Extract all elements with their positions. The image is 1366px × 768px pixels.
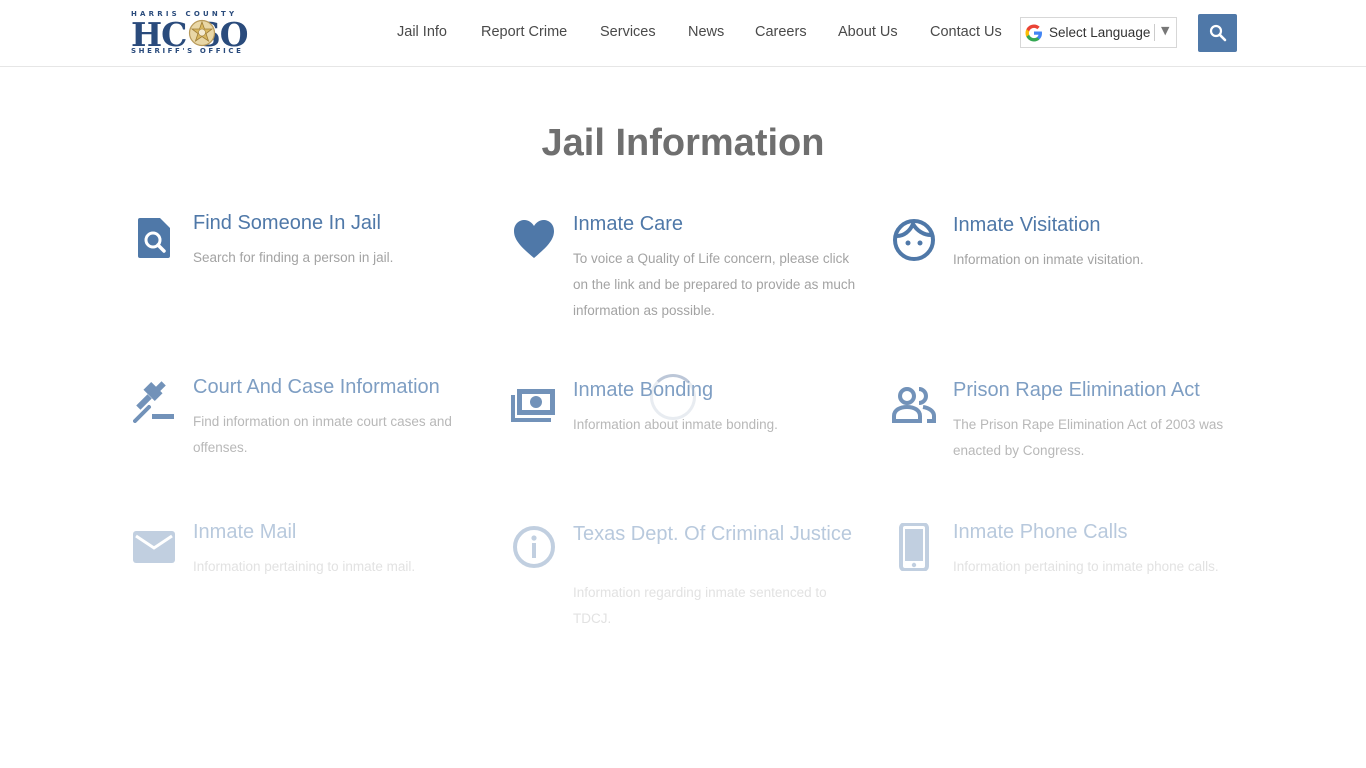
page-title: Jail Information	[541, 122, 825, 164]
card-title[interactable]: Inmate Care	[573, 213, 683, 236]
card-description: Information about inmate bonding.	[573, 417, 778, 432]
people-icon	[892, 387, 936, 423]
card-title[interactable]: Court And Case Information	[193, 376, 440, 399]
language-label: Select Language	[1049, 25, 1151, 40]
card-title[interactable]: Inmate Mail	[193, 521, 296, 544]
logo-bottom-text: SHERIFF'S OFFICE	[131, 47, 244, 55]
card-description: Information regarding inmate sentenced t…	[573, 585, 827, 626]
card-icon-wrap	[891, 523, 937, 571]
card-icon-wrap	[891, 217, 937, 263]
phone-icon	[899, 523, 929, 571]
card-description: Information pertaining to inmate mail.	[193, 559, 416, 574]
card-title[interactable]: Prison Rape Elimination Act	[953, 379, 1200, 402]
heart-icon	[514, 220, 554, 258]
card-title[interactable]: Find Someone In Jail	[193, 212, 381, 235]
sheriff-star-icon	[188, 19, 216, 47]
search-button[interactable]	[1198, 14, 1237, 52]
card-title[interactable]: Inmate Phone Calls	[953, 521, 1128, 544]
card-icon-wrap	[131, 524, 177, 570]
nav-careers[interactable]: Careers	[755, 24, 807, 40]
language-select[interactable]: Select Language ▼	[1020, 17, 1177, 48]
card-title[interactable]: Texas Dept. Of Criminal Justice	[573, 521, 863, 547]
google-g-icon	[1025, 24, 1042, 41]
hcso-logo[interactable]: HARRIS COUNTY HC SO SHERIFF'S OFFICE	[131, 10, 271, 56]
site-header: HARRIS COUNTY HC SO SHERIFF'S OFFICE Jai…	[0, 0, 1366, 67]
card-description: To voice a Quality of Life concern, plea…	[573, 251, 856, 318]
card-description: Search for finding a person in jail.	[193, 250, 394, 265]
nav-news[interactable]: News	[688, 24, 724, 40]
card-description: Find information on inmate court cases a…	[193, 414, 452, 455]
language-separator	[1154, 24, 1155, 41]
card-icon-wrap	[131, 215, 177, 261]
gavel-icon	[133, 381, 174, 423]
card-icon-wrap	[891, 382, 937, 428]
search-document-icon	[138, 218, 170, 258]
card-icon-wrap	[511, 216, 557, 262]
nav-about-us[interactable]: About Us	[838, 24, 898, 40]
nav-contact-us[interactable]: Contact Us	[930, 24, 1002, 40]
loading-spinner	[650, 374, 696, 420]
card-icon-wrap	[511, 524, 557, 570]
face-icon	[893, 219, 935, 261]
card-icon-wrap	[511, 382, 557, 428]
card-description: Information pertaining to inmate phone c…	[953, 559, 1219, 574]
card-description: The Prison Rape Elimination Act of 2003 …	[953, 417, 1224, 458]
info-icon	[513, 526, 555, 568]
money-icon	[511, 389, 555, 422]
card-icon-wrap	[131, 379, 177, 425]
search-icon	[1209, 24, 1226, 42]
dropdown-arrow-icon: ▼	[1161, 24, 1170, 37]
mail-icon	[133, 531, 175, 563]
nav-services[interactable]: Services	[600, 24, 656, 40]
nav-jail-info[interactable]: Jail Info	[397, 24, 447, 40]
card-description: Information on inmate visitation.	[953, 252, 1144, 267]
card-title[interactable]: Inmate Visitation	[953, 214, 1101, 237]
nav-report-crime[interactable]: Report Crime	[481, 24, 567, 40]
